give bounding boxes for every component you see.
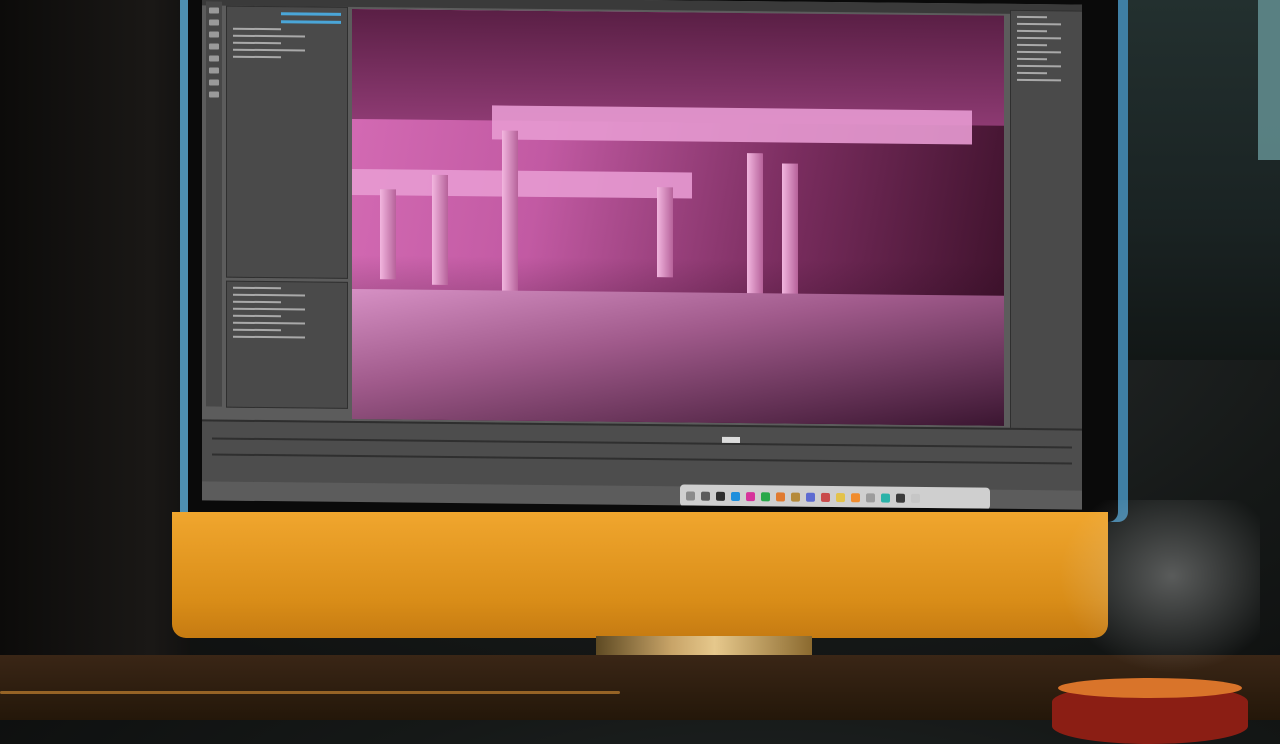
property-row[interactable]: [233, 293, 305, 297]
steam: [1040, 500, 1260, 690]
property-row[interactable]: [233, 335, 305, 339]
inspector-row[interactable]: [1017, 64, 1062, 68]
inspector-row[interactable]: [1017, 15, 1047, 19]
app-4-icon[interactable]: [731, 491, 740, 501]
shape-tool-icon[interactable]: [209, 91, 219, 98]
app-10-icon[interactable]: [821, 492, 830, 502]
app-3-icon[interactable]: [716, 491, 725, 501]
background-window: [1110, 0, 1280, 360]
viewport-column: [502, 130, 518, 301]
monitor-chin: [172, 512, 1108, 638]
inspector-row[interactable]: [1017, 22, 1062, 26]
computer-monitor: [172, 0, 1132, 720]
property-row[interactable]: [233, 300, 281, 304]
coffee-mug-icon: [1052, 678, 1248, 744]
property-row[interactable]: [233, 286, 281, 290]
app-1-icon[interactable]: [686, 490, 695, 501]
viewport-floor: [352, 288, 1004, 426]
inspector-row[interactable]: [1017, 57, 1047, 61]
viewport-beam: [492, 105, 972, 145]
hand-tool-icon[interactable]: [209, 79, 219, 86]
viewport-column: [380, 189, 396, 280]
properties-panel: [226, 280, 348, 409]
app-8-icon[interactable]: [791, 492, 800, 502]
dock: [680, 484, 990, 510]
app-13-icon[interactable]: [866, 492, 875, 502]
app-16-icon[interactable]: [911, 493, 920, 503]
inspector-row[interactable]: [1017, 43, 1047, 47]
inspector-row[interactable]: [1017, 71, 1047, 75]
viewport-column: [432, 174, 448, 285]
app-6-icon[interactable]: [761, 491, 770, 501]
timeline-panel: [202, 419, 1082, 491]
layer-slider-2[interactable]: [281, 20, 341, 24]
layer-row[interactable]: [233, 41, 281, 45]
property-row[interactable]: [233, 328, 281, 332]
play-button[interactable]: [722, 436, 740, 444]
app-14-icon[interactable]: [881, 493, 890, 503]
viewport-beam: [352, 168, 692, 199]
layer-row[interactable]: [233, 34, 305, 38]
inspector-row[interactable]: [1017, 50, 1062, 54]
select-tool-icon[interactable]: [209, 19, 219, 26]
property-row[interactable]: [233, 321, 305, 325]
inspector-row[interactable]: [1017, 78, 1062, 82]
app-5-icon[interactable]: [746, 491, 755, 501]
viewport-column: [657, 187, 673, 278]
app-12-icon[interactable]: [851, 492, 860, 502]
move-tool-icon[interactable]: [209, 7, 219, 14]
mug-rim: [1058, 678, 1242, 698]
inspector-panel: [1010, 9, 1082, 443]
viewport-column: [782, 163, 798, 304]
eraser-tool-icon[interactable]: [209, 43, 219, 50]
tools-panel: [206, 1, 222, 407]
app-11-icon[interactable]: [836, 492, 845, 502]
app-2-icon[interactable]: [701, 491, 710, 501]
zoom-tool-icon[interactable]: [209, 67, 219, 74]
app-7-icon[interactable]: [776, 491, 785, 501]
screen: [202, 0, 1082, 510]
timeline-track[interactable]: [212, 453, 1072, 465]
app-9-icon[interactable]: [806, 492, 815, 502]
3d-viewport[interactable]: [352, 8, 1004, 426]
background-shelf: [0, 0, 190, 720]
timeline-track[interactable]: [212, 437, 1072, 449]
inspector-row[interactable]: [1017, 36, 1062, 40]
property-row[interactable]: [233, 314, 281, 318]
layer-row[interactable]: [233, 48, 305, 52]
layers-panel: [226, 5, 348, 279]
app-15-icon[interactable]: [896, 493, 905, 503]
desk-edge: [0, 691, 620, 694]
layer-row[interactable]: [233, 27, 281, 31]
brush-tool-icon[interactable]: [209, 31, 219, 38]
text-tool-icon[interactable]: [209, 55, 219, 62]
property-row[interactable]: [233, 307, 305, 311]
inspector-row[interactable]: [1017, 29, 1047, 33]
layer-row[interactable]: [233, 55, 281, 59]
layer-slider[interactable]: [281, 12, 341, 16]
window-pane: [1258, 0, 1280, 160]
